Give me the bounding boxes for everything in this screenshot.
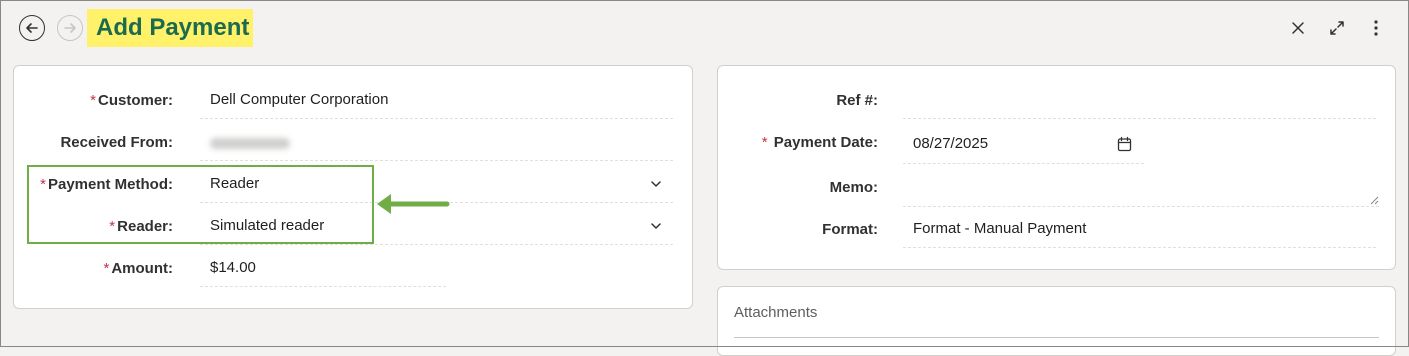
back-arrow-icon [26, 23, 38, 33]
format-field[interactable]: Format - Manual Payment [913, 220, 1086, 237]
chevron-down-icon[interactable] [649, 177, 663, 191]
memo-textarea[interactable] [900, 170, 1380, 206]
customer-label: * Customer: [90, 92, 173, 109]
forward-button[interactable] [57, 15, 83, 41]
page-title: Add Payment [96, 14, 250, 41]
expand-icon [1330, 21, 1344, 35]
amount-field[interactable]: $14.00 [210, 259, 256, 276]
customer-label-text: Customer: [97, 92, 173, 109]
format-underline [903, 247, 1376, 248]
more-options-button[interactable] [1366, 18, 1386, 38]
required-mark: * [90, 92, 96, 109]
attachments-divider [734, 337, 1379, 338]
payment-date-underline [903, 163, 1144, 164]
ref-label: Ref #: [836, 92, 878, 109]
payment-date-field[interactable]: 08/27/2025 [913, 135, 988, 152]
amount-label-text: Amount: [111, 260, 173, 277]
attachments-title: Attachments [734, 304, 818, 321]
received-from-label: Received From: [60, 134, 173, 151]
chevron-down-icon[interactable] [649, 219, 663, 233]
attachments-card [717, 286, 1396, 356]
memo-label: Memo: [829, 179, 878, 196]
resize-handle-icon[interactable] [1370, 196, 1379, 205]
annotation-highlight-box [27, 165, 374, 244]
expand-button[interactable] [1327, 18, 1347, 38]
ref-underline [903, 118, 1376, 119]
payment-info-card [717, 65, 1396, 270]
title-highlight: Add Payment [87, 9, 253, 47]
format-label: Format: [822, 221, 878, 238]
memo-underline [903, 206, 1379, 207]
received-from-field-blurred[interactable] [210, 138, 290, 149]
reader-underline [200, 244, 673, 245]
calendar-icon[interactable] [1117, 136, 1132, 152]
amount-label: * Amount: [104, 260, 174, 277]
required-mark: * [761, 134, 768, 151]
back-button[interactable] [19, 15, 45, 41]
payment-date-label-text: Payment Date: [773, 134, 878, 151]
close-icon [1292, 22, 1304, 34]
forward-arrow-icon [64, 23, 76, 33]
customer-field[interactable]: Dell Computer Corporation [210, 91, 388, 108]
annotation-arrow-icon [377, 194, 450, 214]
required-mark: * [103, 260, 110, 277]
close-button[interactable] [1288, 18, 1308, 38]
customer-underline [200, 118, 673, 119]
amount-underline [200, 286, 446, 287]
more-vertical-icon [1374, 20, 1378, 36]
payment-date-label: * Payment Date: [762, 134, 878, 151]
received-from-underline [200, 160, 673, 161]
